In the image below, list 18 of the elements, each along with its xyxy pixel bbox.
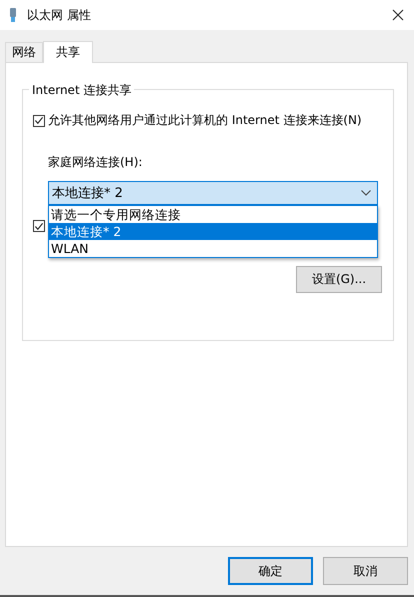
dropdown-option[interactable]: WLAN xyxy=(49,240,377,257)
settings-button[interactable]: 设置(G)... xyxy=(296,266,382,293)
dropdown-option[interactable]: 本地连接* 2 xyxy=(49,223,377,240)
cancel-button[interactable]: 取消 xyxy=(323,557,408,585)
ok-button[interactable]: 确定 xyxy=(228,557,313,585)
dropdown-option[interactable]: 请选一个专用网络连接 xyxy=(49,206,377,223)
checkbox-label: 允许其他网络用户通过此计算机的 Internet 连接来连接(N) xyxy=(48,112,362,129)
ethernet-icon xyxy=(9,8,17,22)
chevron-icon xyxy=(361,190,371,196)
field-label: 家庭网络连接(H): xyxy=(48,154,144,171)
tab[interactable]: 共享 xyxy=(43,41,93,63)
checkbox[interactable] xyxy=(33,114,45,126)
checkbox[interactable] xyxy=(33,220,45,232)
close-icon[interactable] xyxy=(392,9,404,21)
group-title: Internet 连接共享 xyxy=(29,82,134,99)
connection-dropdown[interactable]: 本地连接* 2 xyxy=(48,181,378,205)
tab[interactable]: 网络 xyxy=(5,42,43,62)
window-title: 以太网 属性 xyxy=(27,6,92,24)
